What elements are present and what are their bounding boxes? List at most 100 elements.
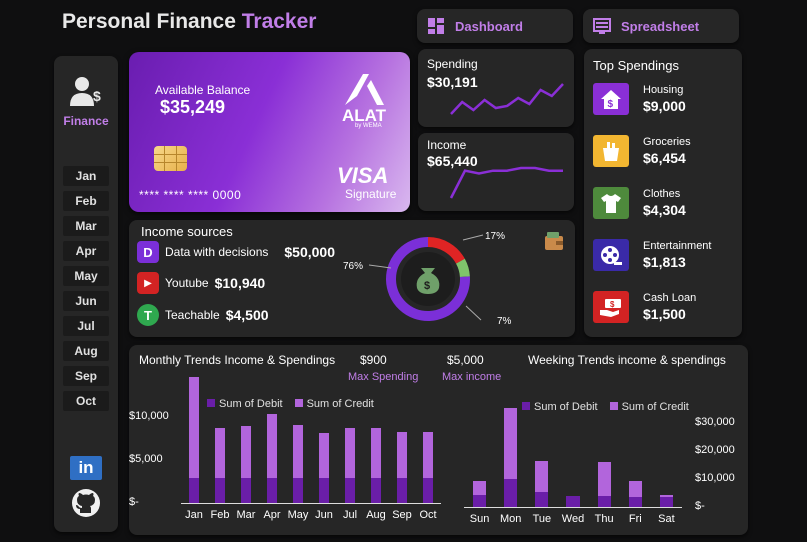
donut-slice-7pct — [455, 258, 470, 278]
weekly-legend: Sum of Debit Sum of Credit — [522, 401, 689, 413]
month-oct[interactable]: Oct — [63, 391, 109, 411]
income-sources-title: Income sources — [141, 224, 233, 239]
x-tick-label: Sun — [469, 513, 490, 525]
top-spending-value: $4,304 — [643, 202, 686, 218]
bar-credit-tue — [535, 460, 549, 492]
month-jul[interactable]: Jul — [63, 316, 109, 336]
dashboard-icon — [428, 18, 444, 34]
income-label: Income — [427, 138, 467, 152]
y-tick-label: $10,000 — [129, 410, 169, 422]
svg-text:$: $ — [610, 300, 615, 309]
y-tick-label: $5,000 — [129, 453, 163, 465]
legend-debit: Sum of Debit — [207, 398, 283, 410]
y-tick-label: $30,000 — [695, 416, 735, 428]
top-spending-name: Groceries — [643, 136, 691, 148]
donut-label-76: 76% — [343, 261, 363, 272]
source-value: $4,500 — [225, 307, 269, 323]
month-feb[interactable]: Feb — [63, 191, 109, 211]
spending-panel: Spending $30,191 — [418, 49, 574, 127]
bar-credit-oct — [422, 432, 434, 479]
balance-value: $35,249 — [160, 97, 226, 117]
bar-credit-thu — [597, 462, 611, 496]
top-spending-name: Housing — [643, 84, 684, 96]
spending-sparkline — [450, 83, 564, 115]
teachable-icon: T — [137, 304, 159, 326]
source-value: $10,940 — [214, 275, 266, 291]
monthly-trends-title: Monthly Trends Income & Spendings — [139, 353, 336, 367]
bar-credit-feb — [214, 428, 226, 479]
alat-logo-icon — [345, 74, 384, 105]
max-income-value: $5,000 — [447, 353, 484, 367]
month-mar[interactable]: Mar — [63, 216, 109, 236]
x-tick-label: Wed — [561, 513, 585, 525]
bar-debit-oct — [422, 478, 434, 503]
bar-debit-jul — [344, 478, 356, 503]
income-panel: Income $65,440 — [418, 133, 574, 211]
income-source-row: D Data with decisions $50,000 — [137, 241, 335, 263]
month-jan[interactable]: Jan — [63, 166, 109, 186]
top-spendings-panel: Top Spendings $ Housing $9,000 Groceries $6,… — [584, 49, 742, 337]
wallet-icon — [545, 232, 563, 250]
legend-credit: Sum of Credit — [294, 398, 374, 410]
bar-credit-mar — [240, 425, 252, 479]
source-name: Data with decisions — [165, 245, 269, 259]
dashboard-button[interactable]: Dashboard — [417, 9, 573, 43]
source-name: Youtube — [165, 276, 209, 290]
month-may[interactable]: May — [63, 266, 109, 286]
svg-text:$: $ — [608, 99, 614, 110]
bar-debit-sun — [473, 495, 487, 507]
month-jun[interactable]: Jun — [63, 291, 109, 311]
dashboard-label: Dashboard — [455, 18, 523, 34]
shirt-icon — [593, 187, 629, 219]
top-spending-value: $1,813 — [643, 254, 686, 270]
youtube-icon: ▶ — [137, 272, 159, 294]
x-tick-label: Sat — [658, 513, 675, 525]
bar-debit-apr — [266, 478, 278, 503]
card-brand-sub: by WEMA — [355, 123, 382, 129]
bar-debit-thu — [597, 495, 611, 507]
y-tick-label: $- — [129, 496, 139, 508]
spending-label: Spending — [427, 57, 478, 71]
svg-text:$: $ — [93, 88, 101, 104]
bar-credit-apr — [266, 414, 278, 479]
x-tick-label: Thu — [594, 513, 614, 525]
spreadsheet-button[interactable]: Spreadsheet — [583, 9, 739, 43]
trends-panel: Monthly Trends Income & Spendings $900 M… — [129, 345, 748, 535]
data-with-decisions-icon: D — [137, 241, 159, 263]
bar-debit-tue — [535, 491, 549, 507]
month-aug[interactable]: Aug — [63, 341, 109, 361]
max-spending-value: $900 — [360, 353, 387, 367]
sidebar: $ Finance Jan Feb Mar Apr May Jun Jul Aug Sep Oct… — [54, 56, 118, 532]
monthly-legend: Sum of Debit Sum of Credit — [207, 398, 374, 410]
balance-label: Available Balance — [155, 83, 251, 97]
top-spending-name: Entertainment — [643, 240, 712, 252]
bar-credit-aug — [370, 428, 382, 479]
income-donut-chart: $ 76% 17% 7% — [343, 231, 512, 327]
bar-debit-jun — [318, 478, 330, 503]
bar-debit-mon — [504, 479, 518, 507]
bar-credit-may — [292, 424, 304, 479]
bar-debit-feb — [214, 478, 226, 503]
bar-debit-may — [292, 478, 304, 503]
month-apr[interactable]: Apr — [63, 241, 109, 261]
bar-credit-mon — [504, 408, 518, 479]
top-spending-name: Clothes — [643, 188, 681, 200]
svg-text:$: $ — [424, 280, 430, 292]
top-spending-value: $6,454 — [643, 150, 686, 166]
income-source-row: ▶ Youtube $10,940 — [137, 272, 265, 294]
github-icon[interactable] — [71, 488, 101, 518]
y-tick-label: $- — [695, 500, 705, 512]
top-spending-name: Cash Loan — [643, 292, 697, 304]
legend-debit: Sum of Debit — [522, 401, 598, 413]
finance-label: Finance — [63, 114, 109, 128]
x-tick-label: Fri — [628, 513, 642, 525]
y-tick-label: $10,000 — [695, 472, 735, 484]
linkedin-icon[interactable]: in — [70, 456, 102, 480]
month-sep[interactable]: Sep — [63, 366, 109, 386]
grocery-bag-icon — [593, 135, 629, 167]
bar-credit-jun — [318, 433, 330, 479]
max-spending-label: Max Spending — [348, 371, 419, 383]
source-name: Teachable — [165, 308, 220, 322]
income-source-row: T Teachable $4,500 — [137, 304, 269, 326]
top-spending-value: $9,000 — [643, 98, 686, 114]
